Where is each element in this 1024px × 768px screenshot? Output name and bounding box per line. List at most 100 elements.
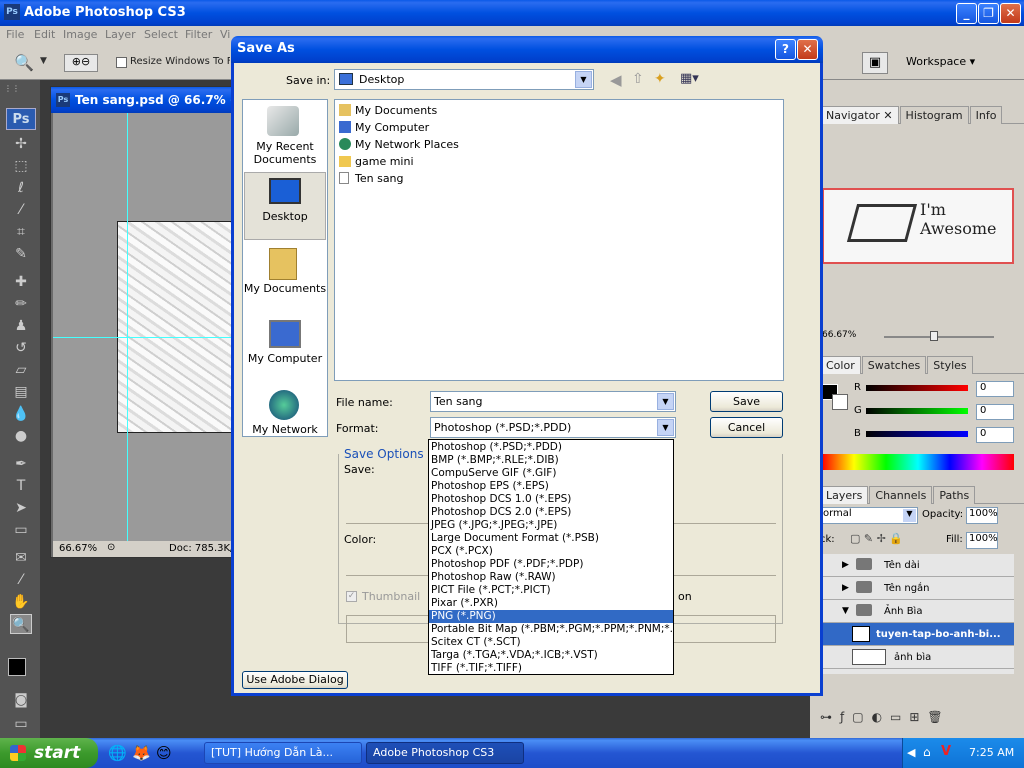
tab-info[interactable]: Info (969, 106, 1003, 124)
zoom-tool-icon[interactable]: 🔍 (14, 53, 34, 72)
healing-brush-tool-icon[interactable]: ✚ (10, 272, 32, 292)
zoom-tool-icon-active[interactable]: 🔍 (10, 614, 32, 634)
format-option[interactable]: JPEG (*.JPG;*.JPEG;*.JPE) (429, 519, 673, 532)
notes-tool-icon[interactable]: ✉ (10, 548, 32, 568)
tray-collapse-icon[interactable]: ◀ (907, 746, 915, 759)
r-slider[interactable] (866, 385, 968, 391)
back-icon[interactable]: ◀ (610, 71, 622, 89)
my-documents-icon[interactable] (269, 248, 297, 280)
eyedropper-tool-icon[interactable]: ⁄ (10, 570, 32, 590)
layer-group-ten-ngan[interactable]: ▶ Tên ngắn (820, 577, 1014, 600)
format-option[interactable]: Photoshop DCS 2.0 (*.EPS) (429, 506, 673, 519)
tab-histogram[interactable]: Histogram (899, 106, 969, 124)
lasso-tool-icon[interactable]: ℓ (10, 178, 32, 198)
brush-tool-icon[interactable]: ✏ (10, 294, 32, 314)
eraser-tool-icon[interactable]: ▱ (10, 360, 32, 380)
status-menu-icon[interactable]: ⊙ (107, 542, 115, 553)
tab-layers[interactable]: Layers (820, 486, 869, 504)
list-item[interactable]: My Network Places (337, 136, 781, 153)
format-option[interactable]: Photoshop (*.PSD;*.PDD) (429, 441, 673, 454)
clone-stamp-tool-icon[interactable]: ♟ (10, 316, 32, 336)
quicklaunch-ie-icon[interactable]: 🌐 (108, 744, 127, 762)
format-option[interactable]: Photoshop Raw (*.RAW) (429, 571, 673, 584)
workspace-menu[interactable]: Workspace ▾ (906, 55, 975, 68)
format-option[interactable]: Targa (*.TGA;*.VDA;*.ICB;*.VST) (429, 649, 673, 662)
task-photoshop-active[interactable]: Adobe Photoshop CS3 (366, 742, 524, 764)
chevron-down-icon[interactable]: ▼ (575, 71, 592, 88)
use-adobe-dialog-button[interactable]: Use Adobe Dialog (242, 671, 348, 689)
lock-icons[interactable]: ▢ ✎ ✢ 🔒 (850, 532, 903, 545)
blur-tool-icon[interactable]: 💧 (10, 404, 32, 424)
clock[interactable]: 7:25 AM (969, 746, 1014, 759)
zoom-level[interactable]: 66.67% (59, 543, 97, 554)
crop-tool-icon[interactable]: ⌗ (10, 222, 32, 242)
my-computer-icon[interactable] (269, 320, 301, 348)
path-selection-tool-icon[interactable]: ➤ (10, 498, 32, 518)
screen-mode-icon[interactable]: ▭ (10, 714, 32, 734)
help-button[interactable]: ? (775, 39, 796, 60)
layer-smart-object-selected[interactable]: tuyen-tap-bo-anh-bi... (820, 623, 1014, 646)
format-option[interactable]: Portable Bit Map (*.PBM;*.PGM;*.PPM;*.PN… (429, 623, 673, 636)
tab-paths[interactable]: Paths (933, 486, 976, 504)
my-network-icon[interactable] (269, 390, 299, 420)
list-item[interactable]: game mini (337, 153, 781, 170)
format-option[interactable]: Scitex CT (*.SCT) (429, 636, 673, 649)
format-option[interactable]: PCX (*.PCX) (429, 545, 673, 558)
format-option[interactable]: CompuServe GIF (*.GIF) (429, 467, 673, 480)
save-button[interactable]: Save (710, 391, 783, 412)
tab-swatches[interactable]: Swatches (861, 356, 927, 374)
menu-image[interactable]: Image (63, 28, 97, 41)
marquee-tool-icon[interactable]: ⬚ (10, 156, 32, 176)
move-tool-icon[interactable]: ✢ (10, 134, 32, 154)
format-option[interactable]: Large Document Format (*.PSB) (429, 532, 673, 545)
minimize-button[interactable]: _ (956, 3, 977, 24)
menu-file[interactable]: File (6, 28, 24, 41)
format-option[interactable]: TIFF (*.TIF;*.TIFF) (429, 662, 673, 675)
pen-tool-icon[interactable]: ✒ (10, 454, 32, 474)
quicklaunch-firefox-icon[interactable]: 🦊 (132, 744, 151, 762)
start-button[interactable]: start (0, 738, 98, 768)
chevron-down-icon[interactable]: ▼ (657, 419, 674, 436)
close-button[interactable]: ✕ (1000, 3, 1021, 24)
place-desktop[interactable]: Desktop (243, 210, 327, 223)
color-spectrum[interactable] (822, 454, 1014, 470)
layer-group-anh-bia[interactable]: ▼ Ảnh Bìa (820, 600, 1014, 623)
format-option[interactable]: Pixar (*.PXR) (429, 597, 673, 610)
layer-anh-bia[interactable]: ảnh bìa (820, 646, 1014, 669)
g-slider[interactable] (866, 408, 968, 414)
menu-layer[interactable]: Layer (105, 28, 136, 41)
g-value-input[interactable]: 0 (976, 404, 1014, 420)
menu-filter[interactable]: Filter (185, 28, 212, 41)
tray-unikey-icon[interactable]: V (941, 744, 951, 759)
r-value-input[interactable]: 0 (976, 381, 1014, 397)
navigator-zoom[interactable]: 66.67% (822, 330, 856, 340)
up-folder-icon[interactable]: ⇧ (632, 71, 644, 87)
list-item[interactable]: My Documents (337, 102, 781, 119)
chevron-down-icon[interactable]: ▼ (40, 56, 47, 66)
task-browser[interactable]: [TUT] Hướng Dẫn Là... (204, 742, 362, 764)
place-my-documents[interactable]: My Documents (243, 282, 327, 295)
blend-mode-select[interactable]: ormal ▼ (820, 507, 918, 524)
views-menu-icon[interactable]: ▦▾ (680, 71, 699, 86)
format-select[interactable]: Photoshop (*.PSD;*.PDD) ▼ (430, 417, 676, 438)
layer-group-ten-dai[interactable]: ▶ Tên dài (820, 554, 1014, 577)
new-folder-icon[interactable]: ✦ (654, 71, 666, 87)
resize-windows-checkbox[interactable] (116, 57, 127, 68)
opacity-input[interactable]: 100% (966, 507, 998, 524)
cancel-button[interactable]: Cancel (710, 417, 783, 438)
zoom-in-out-icon[interactable]: ⊕⊖ (64, 54, 98, 72)
bridge-icon[interactable]: ▣ (862, 52, 888, 74)
color-background-swatch[interactable] (832, 394, 848, 410)
format-option[interactable]: Photoshop DCS 1.0 (*.EPS) (429, 493, 673, 506)
quick-mask-icon[interactable]: ◙ (10, 690, 32, 710)
format-option[interactable]: Photoshop PDF (*.PDF;*.PDP) (429, 558, 673, 571)
recent-documents-icon[interactable] (267, 106, 299, 136)
ps-logo-button[interactable]: Ps (6, 108, 36, 130)
b-slider[interactable] (866, 431, 968, 437)
list-item[interactable]: My Computer (337, 119, 781, 136)
hand-tool-icon[interactable]: ✋ (10, 592, 32, 612)
tab-navigator[interactable]: Navigator ✕ (820, 106, 899, 124)
tab-color[interactable]: Color (820, 356, 861, 374)
file-name-input[interactable]: Ten sang ▼ (430, 391, 676, 412)
menu-view[interactable]: Vi (220, 28, 230, 41)
